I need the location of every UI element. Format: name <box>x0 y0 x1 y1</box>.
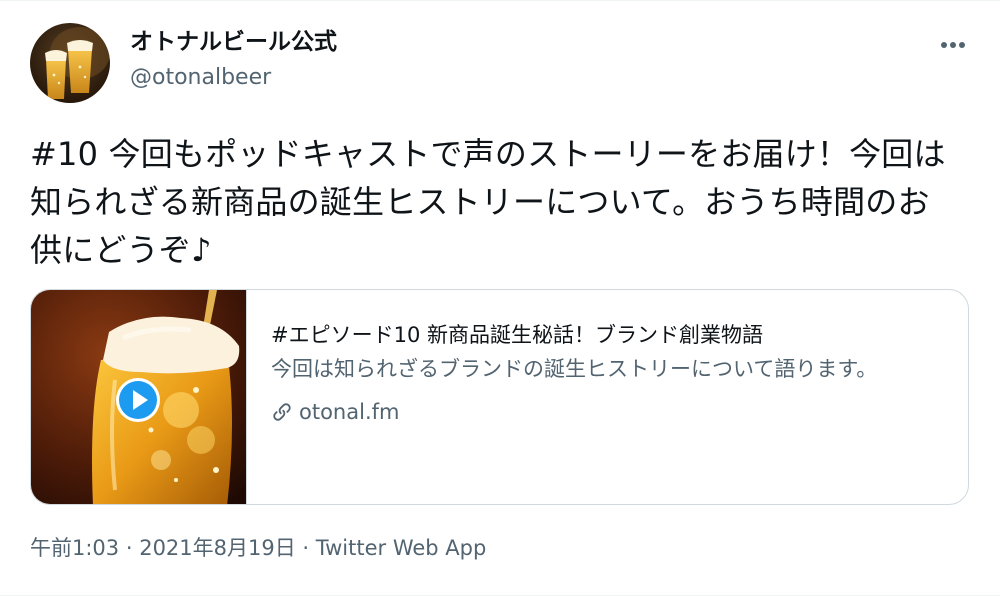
play-icon <box>116 378 160 422</box>
card-info: #エピソード10 新商品誕生秘話！ブランド創業物語 今回は知られざるブランドの誕… <box>271 320 951 427</box>
beer-glasses-avatar-icon <box>45 27 110 99</box>
card-domain-row[interactable]: otonal.fm <box>271 397 951 427</box>
play-button[interactable] <box>115 377 161 423</box>
card-title[interactable]: #エピソード10 新商品誕生秘話！ブランド創業物語 <box>271 320 951 350</box>
meta-separator: · <box>295 536 316 560</box>
card-domain: otonal.fm <box>299 400 400 424</box>
more-button[interactable] <box>930 30 976 60</box>
tweet-source[interactable]: Twitter Web App <box>316 536 487 560</box>
tweet-meta: 午前1:03 · 2021年8月19日 · Twitter Web App <box>30 533 486 563</box>
more-dots-icon <box>941 42 965 48</box>
avatar[interactable] <box>30 23 110 103</box>
tweet-date[interactable]: 2021年8月19日 <box>139 536 296 560</box>
tweet: オトナルビール公式 @otonalbeer #10 今回もポッドキャストで声のス… <box>0 0 1000 596</box>
display-name[interactable]: オトナルビール公式 <box>130 27 337 57</box>
link-icon <box>273 403 291 421</box>
card-description: 今回は知られざるブランドの誕生ヒストリーについて語ります。 <box>271 357 878 381</box>
meta-separator: · <box>119 536 140 560</box>
tweet-text: #10 今回もポッドキャストで声のストーリーをお届け！今回は知られざる新商品の誕… <box>30 135 946 269</box>
card-media[interactable] <box>31 290 247 504</box>
divider <box>0 0 1000 1</box>
handle[interactable]: @otonalbeer <box>130 63 271 93</box>
tweet-time[interactable]: 午前1:03 <box>30 536 119 560</box>
link-card[interactable]: #エピソード10 新商品誕生秘話！ブランド創業物語 今回は知られざるブランドの誕… <box>30 289 969 505</box>
